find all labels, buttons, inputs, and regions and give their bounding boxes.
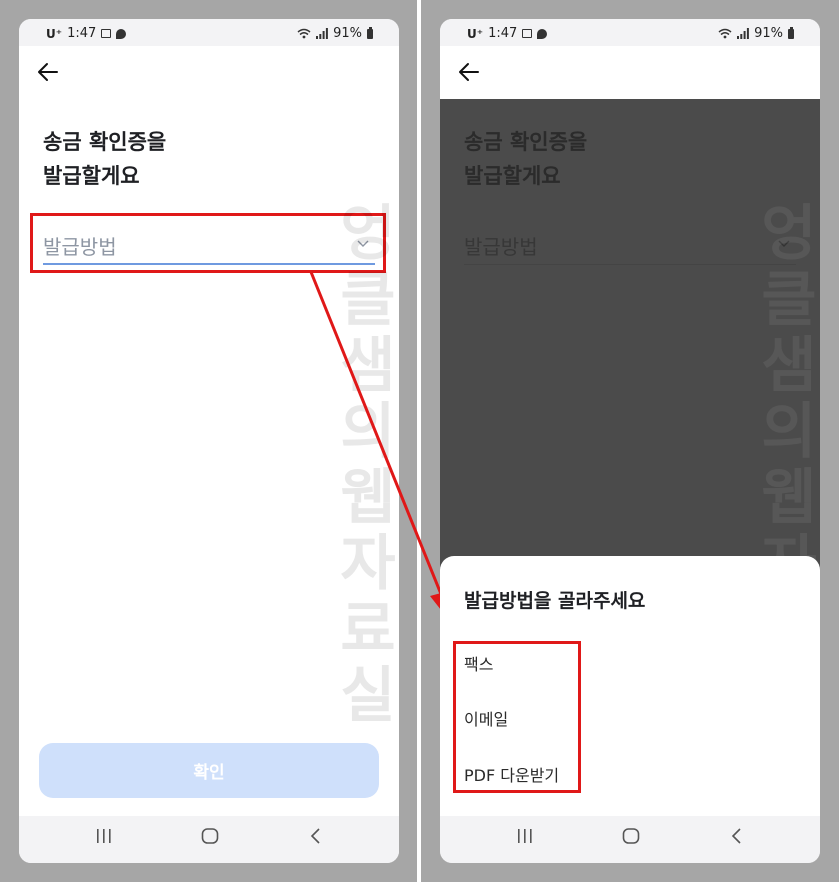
sheet-title: 발급방법을 골라주세요 [464, 590, 646, 612]
system-nav-bar [440, 816, 820, 863]
page-title: 송금 확인증을 발급할게요 [464, 125, 764, 193]
status-bar: U⁺ 1:47 91% [440, 19, 820, 46]
issue-method-select: 발급방법 [464, 223, 796, 265]
wifi-icon [718, 28, 732, 39]
home-icon[interactable] [622, 828, 640, 844]
phone-screen-method-sheet: U⁺ 1:47 91% 송금 확인증을 발급할게요 발급방법 엉클샘의웹자료실 … [440, 19, 820, 863]
signal-icon [737, 28, 749, 39]
back-nav-icon[interactable] [730, 828, 744, 844]
back-arrow-icon[interactable] [458, 61, 480, 83]
carrier-icon: U⁺ [467, 26, 484, 41]
option-pdf-download[interactable]: PDF 다운받기 [464, 762, 559, 786]
battery-percent: 91% [754, 26, 783, 41]
gallery-notification-icon [522, 29, 533, 38]
recent-apps-icon[interactable] [517, 828, 533, 844]
app-header [440, 46, 820, 99]
chevron-down-icon [778, 240, 790, 247]
issue-method-bottom-sheet: 발급방법을 골라주세요 팩스 이메일 PDF 다운받기 [440, 556, 820, 863]
page-title-line1: 송금 확인증을 [464, 130, 588, 154]
status-time: 1:47 [488, 26, 518, 41]
option-fax[interactable]: 팩스 [464, 651, 493, 675]
battery-icon [788, 26, 794, 39]
option-email[interactable]: 이메일 [464, 706, 508, 730]
issue-method-placeholder: 발급방법 [464, 235, 538, 259]
page-title-line2: 발급할게요 [464, 164, 561, 188]
chat-notification-icon [537, 28, 548, 39]
